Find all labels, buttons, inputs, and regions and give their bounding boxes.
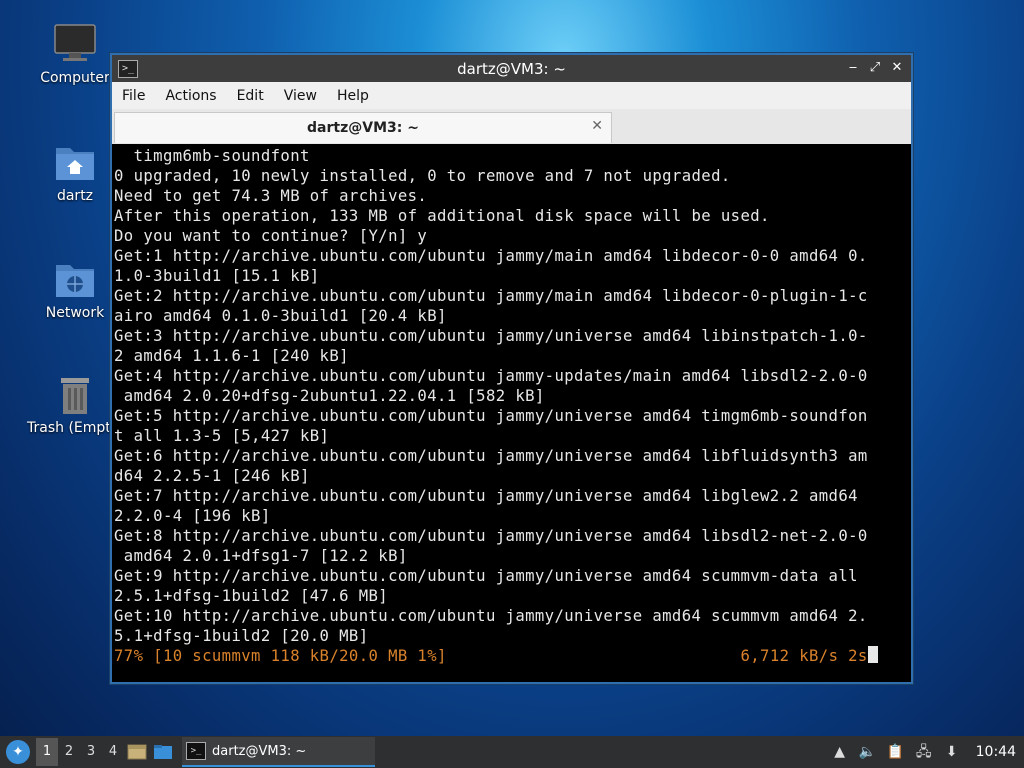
desktop-icon-computer[interactable]: Computer [27, 22, 123, 86]
workspace-3[interactable]: 3 [80, 738, 102, 766]
close-button[interactable]: ✕ [889, 59, 905, 77]
desktop-icon-label: dartz [56, 188, 94, 204]
terminal-line: airo amd64 0.1.0-3build1 [20.4 kB] [114, 307, 447, 325]
workspace-2[interactable]: 2 [58, 738, 80, 766]
clipboard-icon[interactable]: 📋 [886, 742, 906, 762]
system-tray: ▲ 🔈 📋 🖧 ⬇ 10:44 [830, 742, 1024, 762]
menu-view[interactable]: View [274, 88, 327, 104]
desktop-icon-trash[interactable]: Trash (Empty) [27, 372, 123, 436]
clock[interactable]: 10:44 [976, 744, 1016, 760]
taskbar: ✦ 1 2 3 4 >_ dartz@VM3: ~ ▲ 🔈 📋 🖧 ⬇ 10:4… [0, 736, 1024, 768]
menu-file[interactable]: File [112, 88, 155, 104]
terminal-icon: >_ [186, 742, 206, 760]
desktop-icon-label: Computer [40, 70, 110, 86]
terminal-text: timgm6mb-soundfont 0 upgraded, 10 newly … [112, 144, 911, 666]
desktop-icon-label: Trash (Empty) [27, 420, 123, 436]
terminal-line: d64 2.2.5-1 [246 kB] [114, 467, 310, 485]
menu-help[interactable]: Help [327, 88, 379, 104]
desktop-icon-label: Network [45, 305, 105, 321]
terminal-line: Get:9 http://archive.ubuntu.com/ubuntu j… [114, 567, 858, 585]
window-title: dartz@VM3: ~ [457, 60, 566, 78]
menu-edit[interactable]: Edit [227, 88, 274, 104]
terminal-line: Get:3 http://archive.ubuntu.com/ubuntu j… [114, 327, 868, 345]
volume-icon[interactable]: 🔈 [858, 742, 878, 762]
terminal-line: 2 amd64 1.1.6-1 [240 kB] [114, 347, 349, 365]
terminal-line: Get:10 http://archive.ubuntu.com/ubuntu … [114, 607, 868, 625]
removable-drive-icon[interactable]: ▲ [830, 742, 850, 762]
terminal-line: amd64 2.0.20+dfsg-2ubuntu1.22.04.1 [582 … [114, 387, 545, 405]
trash-icon [53, 372, 97, 416]
tab-terminal[interactable]: dartz@VM3: ~ ✕ [114, 112, 612, 143]
taskbar-item-label: dartz@VM3: ~ [212, 743, 307, 759]
update-notifier-icon[interactable]: ⬇ [942, 742, 962, 762]
tab-title: dartz@VM3: ~ [307, 120, 419, 136]
terminal-line: Get:5 http://archive.ubuntu.com/ubuntu j… [114, 407, 868, 425]
progress-status: 77% [10 scummvm 118 kB/20.0 MB 1%] [114, 647, 447, 665]
terminal-line: 5.1+dfsg-1build2 [20.0 MB] [114, 627, 369, 645]
terminal-line: 1.0-3build1 [15.1 kB] [114, 267, 320, 285]
network-folder-icon [53, 257, 97, 301]
taskbar-item-terminal[interactable]: >_ dartz@VM3: ~ [182, 737, 375, 767]
minimize-button[interactable]: ‒ [845, 59, 861, 77]
terminal-line: Get:8 http://archive.ubuntu.com/ubuntu j… [114, 527, 868, 545]
terminal-line: Do you want to continue? [Y/n] y [114, 227, 428, 245]
terminal-line: amd64 2.0.1+dfsg1-7 [12.2 kB] [114, 547, 408, 565]
terminal-line: Need to get 74.3 MB of archives. [114, 187, 428, 205]
menu-bar: File Actions Edit View Help [112, 82, 911, 109]
monitor-icon [53, 22, 97, 66]
window-titlebar[interactable]: >_ dartz@VM3: ~ ‒ ⤢ ✕ [112, 55, 911, 82]
show-desktop-icon[interactable] [126, 741, 148, 763]
text-cursor [867, 646, 878, 663]
progress-speed: 6,712 kB/s 2s [740, 647, 868, 665]
desktop-icon-home[interactable]: dartz [27, 140, 123, 204]
terminal-line: t all 1.3-5 [5,427 kB] [114, 427, 330, 445]
home-folder-icon [53, 140, 97, 184]
tab-bar: dartz@VM3: ~ ✕ [112, 109, 911, 144]
workspace-4[interactable]: 4 [102, 738, 124, 766]
menu-actions[interactable]: Actions [155, 88, 226, 104]
terminal-line: After this operation, 133 MB of addition… [114, 207, 770, 225]
terminal-line: timgm6mb-soundfont [114, 147, 310, 165]
terminal-line: Get:7 http://archive.ubuntu.com/ubuntu j… [114, 487, 858, 505]
network-icon[interactable]: 🖧 [914, 742, 934, 762]
terminal-line: Get:2 http://archive.ubuntu.com/ubuntu j… [114, 287, 868, 305]
terminal-line: 2.2.0-4 [196 kB] [114, 507, 271, 525]
terminal-line: Get:4 http://archive.ubuntu.com/ubuntu j… [114, 367, 868, 385]
terminal-line: 2.5.1+dfsg-1build2 [47.6 MB] [114, 587, 389, 605]
file-manager-icon[interactable] [152, 741, 174, 763]
lxqt-start-icon: ✦ [12, 744, 24, 760]
terminal-line: 0 upgraded, 10 newly installed, 0 to rem… [114, 167, 731, 185]
tab-close-button[interactable]: ✕ [591, 118, 603, 134]
desktop-icon-network[interactable]: Network [27, 257, 123, 321]
start-menu-button[interactable]: ✦ [6, 740, 30, 764]
terminal-line: Get:1 http://archive.ubuntu.com/ubuntu j… [114, 247, 868, 265]
workspace-1[interactable]: 1 [36, 738, 58, 766]
maximize-button[interactable]: ⤢ [867, 59, 883, 77]
progress-spacer [447, 647, 741, 665]
terminal-line: Get:6 http://archive.ubuntu.com/ubuntu j… [114, 447, 868, 465]
terminal-output[interactable]: timgm6mb-soundfont 0 upgraded, 10 newly … [112, 144, 911, 682]
terminal-window: >_ dartz@VM3: ~ ‒ ⤢ ✕ File Actions Edit … [110, 53, 913, 684]
